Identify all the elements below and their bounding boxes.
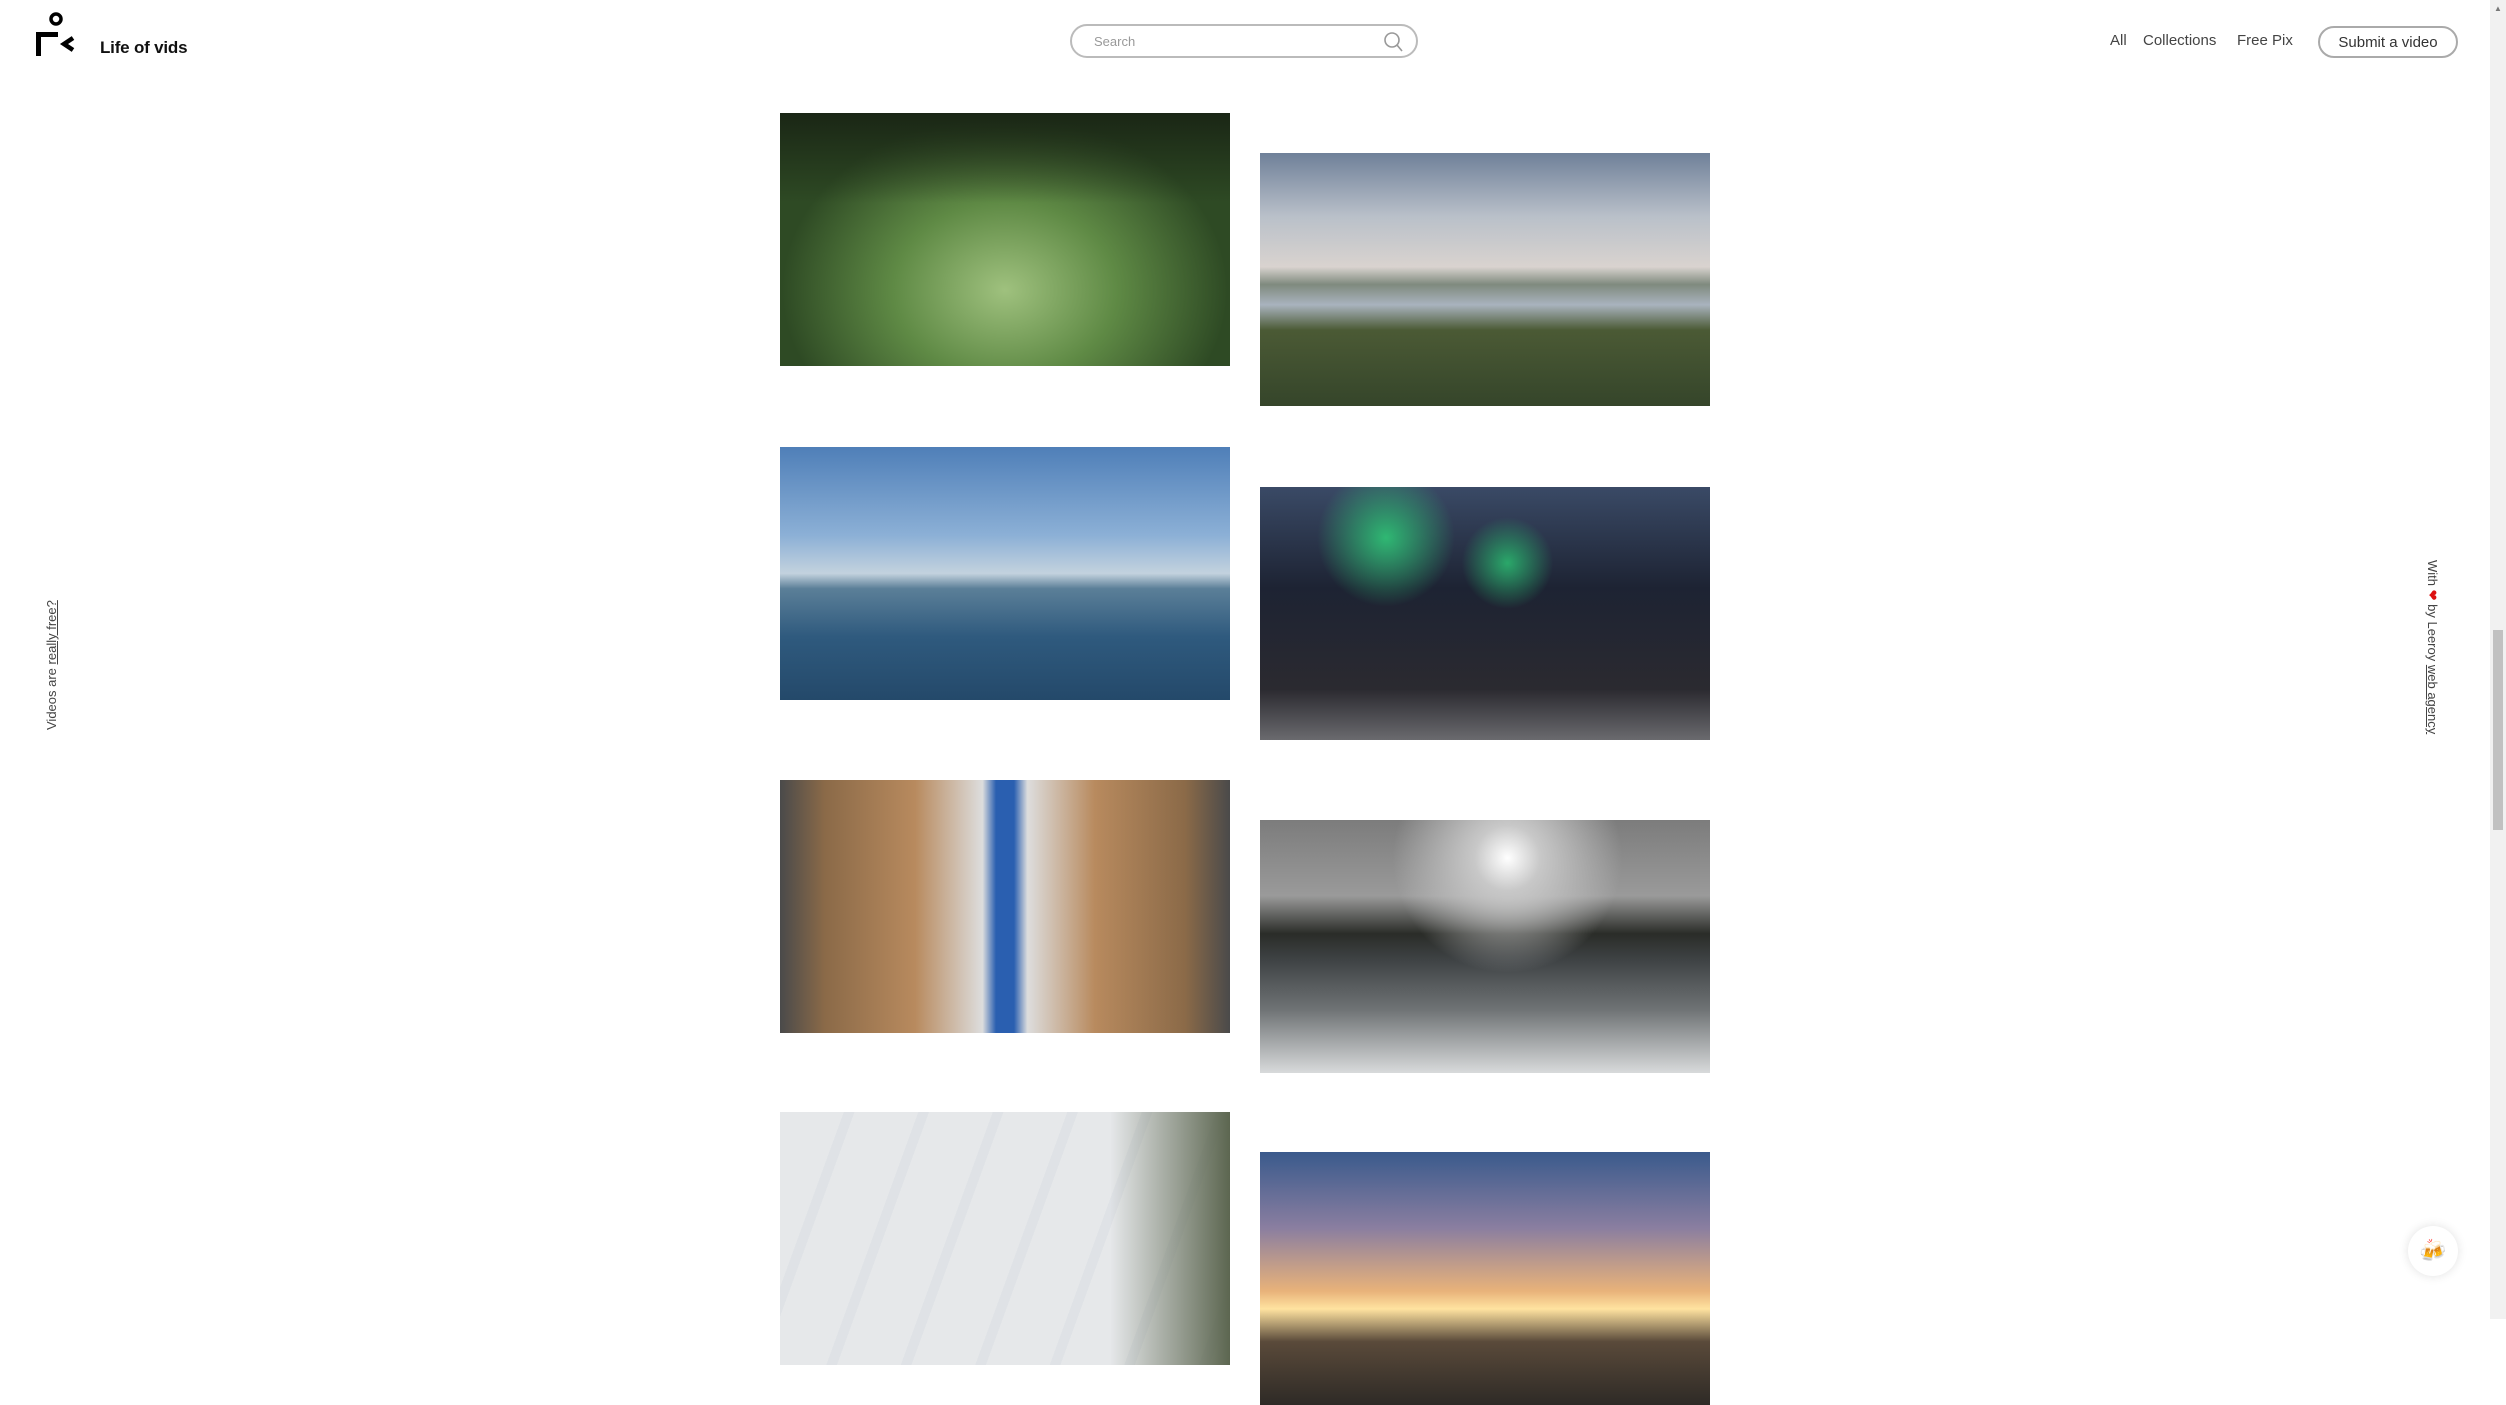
nav-all[interactable]: All	[2110, 32, 2127, 49]
video-thumbnail[interactable]	[780, 1112, 1230, 1365]
chat-widget-button[interactable]: 🍻	[2408, 1226, 2458, 1276]
submit-video-button[interactable]: Submit a video	[2318, 26, 2458, 58]
video-thumbnail[interactable]	[780, 780, 1230, 1033]
video-thumbnail[interactable]	[1260, 487, 1710, 740]
nav-collections[interactable]: Collections	[2143, 32, 2216, 49]
video-thumbnail[interactable]	[780, 447, 1230, 700]
video-thumbnail[interactable]	[780, 113, 1230, 366]
scrollbar-thumb[interactable]	[2493, 630, 2503, 830]
credits-text: With ❤ by Leeroy web agency	[2424, 560, 2440, 734]
search-icon[interactable]	[1380, 30, 1404, 54]
scrollbar[interactable]: ▲	[2490, 0, 2506, 1319]
credits-prefix: With	[2425, 560, 2440, 590]
logo-icon[interactable]	[33, 12, 83, 56]
free-info-prefix: Videos are	[44, 664, 59, 730]
scroll-up-icon[interactable]: ▲	[2494, 4, 2502, 13]
video-thumbnail[interactable]	[1260, 820, 1710, 1073]
search-input[interactable]	[1092, 33, 1376, 50]
credits-middle: by Leeroy	[2425, 600, 2440, 665]
free-info-text: Videos are really free?	[44, 600, 59, 730]
beer-mugs-icon: 🍻	[2419, 1238, 2447, 1263]
brand-name[interactable]: Life of vids	[100, 38, 188, 58]
really-free-link[interactable]: really free?	[44, 600, 59, 664]
video-thumbnail[interactable]	[1260, 1152, 1710, 1405]
heart-icon: ❤	[2425, 589, 2440, 601]
nav-free-pix[interactable]: Free Pix	[2237, 32, 2293, 49]
video-thumbnail[interactable]	[1260, 153, 1710, 406]
web-agency-link[interactable]: web agency	[2425, 665, 2440, 734]
search-box[interactable]	[1070, 24, 1418, 58]
